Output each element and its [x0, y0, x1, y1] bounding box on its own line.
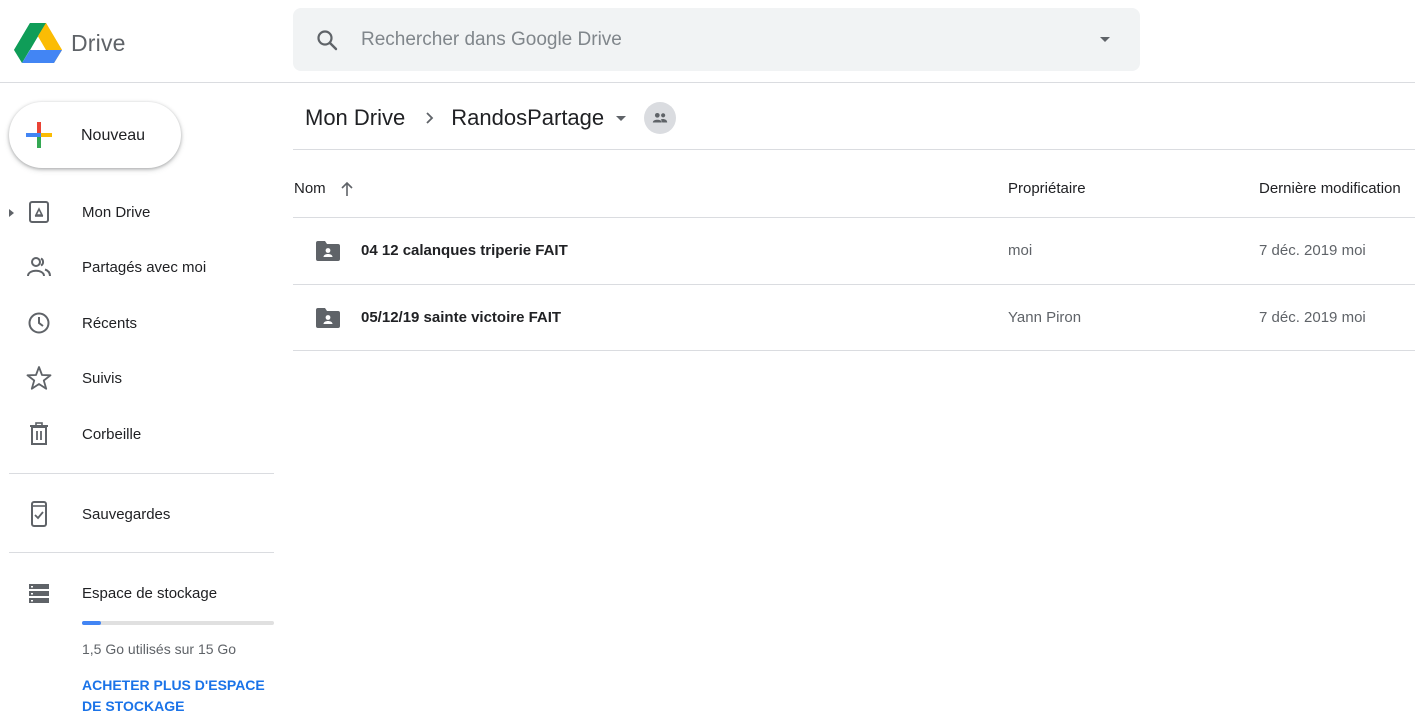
file-name[interactable]: 05/12/19 sainte victoire FAIT: [361, 309, 561, 326]
shared-folder-icon: [316, 308, 340, 328]
storage-progress-bar: [82, 621, 274, 625]
sidebar-item-my-drive[interactable]: Mon Drive: [0, 187, 274, 239]
file-modified-date: 7 déc. 2019: [1259, 242, 1338, 259]
search-input[interactable]: [361, 23, 1061, 57]
sidebar-item-storage[interactable]: Espace de stockage: [0, 568, 274, 620]
shared-folder-icon: [316, 241, 340, 261]
star-icon: [26, 366, 52, 390]
sidebar-item-starred[interactable]: Suivis: [0, 353, 274, 405]
logo-text: Drive: [71, 29, 126, 56]
sidebar-item-label: Suivis: [82, 370, 123, 387]
file-modified-date: 7 déc. 2019: [1259, 309, 1338, 326]
shared-people-icon: [27, 257, 51, 277]
search-icon[interactable]: [315, 28, 339, 52]
sidebar-divider: [9, 473, 274, 474]
drive-logo[interactable]: Drive: [14, 22, 126, 64]
new-button-label: Nouveau: [81, 127, 146, 144]
table-row[interactable]: 05/12/19 sainte victoire FAIT Yann Piron…: [293, 285, 1415, 351]
file-name[interactable]: 04 12 calanques triperie FAIT: [361, 242, 568, 259]
backup-phone-icon: [31, 501, 47, 527]
sidebar-item-label: Espace de stockage: [82, 585, 218, 602]
file-modified-by: moi: [1341, 242, 1366, 259]
trash-icon: [30, 422, 48, 445]
search-bar[interactable]: [293, 8, 1140, 71]
chevron-right-icon: [426, 112, 434, 124]
buy-storage-link[interactable]: ACHETER PLUS D'ESPACE DE STOCKAGE: [82, 675, 272, 713]
sidebar-item-shared[interactable]: Partagés avec moi: [0, 242, 274, 294]
sidebar-item-label: Sauvegardes: [82, 506, 171, 523]
drive-logo-icon: [14, 23, 62, 63]
column-header-owner[interactable]: Propriétaire: [1008, 180, 1086, 197]
sidebar-item-recent[interactable]: Récents: [0, 298, 274, 350]
file-modified: 7 déc. 2019 moi: [1259, 309, 1366, 326]
sidebar-item-label: Mon Drive: [82, 204, 151, 221]
storage-icon: [29, 584, 49, 603]
row-divider: [293, 350, 1415, 351]
storage-used-text: 1,5 Go utilisés sur 15 Go: [82, 641, 237, 657]
shared-folder-badge[interactable]: [644, 102, 677, 134]
sidebar-divider: [9, 552, 274, 553]
content-divider: [293, 149, 1415, 150]
file-modified: 7 déc. 2019 moi: [1259, 242, 1366, 259]
column-header-name[interactable]: Nom: [294, 180, 326, 197]
caret-down-icon: [1100, 37, 1110, 42]
breadcrumb: Mon Drive RandosPartage: [305, 100, 677, 136]
breadcrumb-root[interactable]: Mon Drive: [305, 105, 405, 131]
people-icon: [652, 112, 668, 123]
sidebar-item-label: Partagés avec moi: [82, 259, 207, 276]
top-bar: Drive: [0, 0, 1415, 83]
drive-icon: [29, 201, 49, 223]
folder-menu-caret-icon[interactable]: [616, 115, 627, 121]
sidebar-item-label: Corbeille: [82, 426, 142, 443]
table-row[interactable]: 04 12 calanques triperie FAIT moi 7 déc.…: [293, 218, 1415, 284]
plus-icon: [26, 122, 52, 148]
file-modified-by: moi: [1341, 309, 1366, 326]
breadcrumb-current-folder[interactable]: RandosPartage: [451, 105, 604, 131]
sidebar-item-backups[interactable]: Sauvegardes: [0, 489, 274, 541]
search-options-button[interactable]: [1093, 27, 1117, 51]
column-header-modified[interactable]: Dernière modification: [1259, 180, 1401, 197]
storage-progress-fill: [82, 621, 102, 625]
arrow-up-icon[interactable]: [339, 181, 355, 197]
new-button[interactable]: Nouveau: [9, 102, 181, 168]
clock-icon: [28, 312, 50, 334]
sidebar-item-label: Récents: [82, 315, 138, 332]
sidebar-item-trash[interactable]: Corbeille: [0, 409, 274, 461]
file-owner: moi: [1008, 242, 1033, 259]
file-owner: Yann Piron: [1008, 309, 1082, 326]
expand-arrow-icon[interactable]: [9, 209, 14, 217]
